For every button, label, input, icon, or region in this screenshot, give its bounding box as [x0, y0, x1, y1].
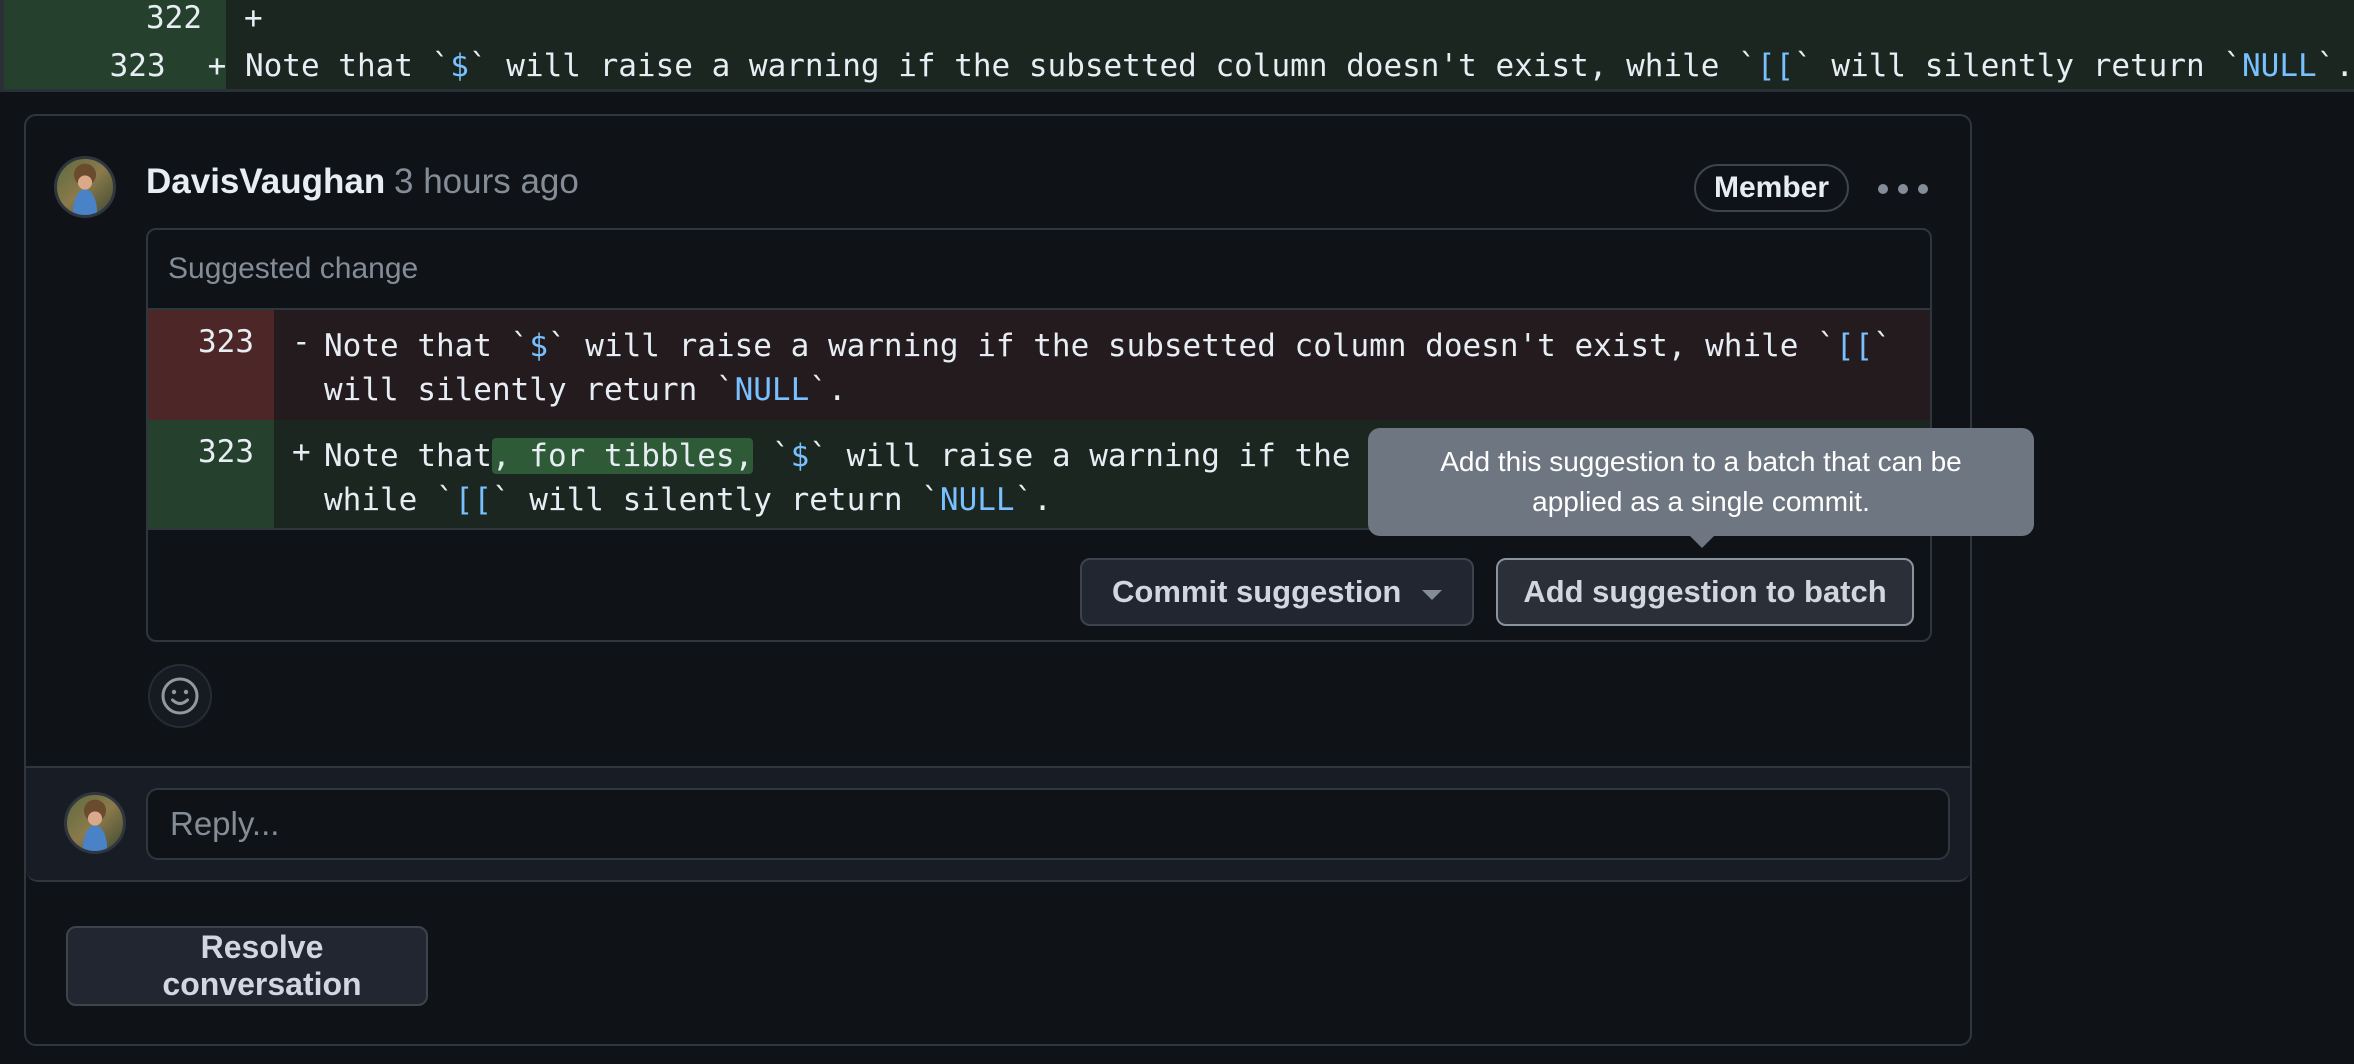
text-segment: while ` [324, 482, 455, 518]
inline-code: [[ [454, 482, 492, 518]
diff-context: 322 + 323 + Note that `$` will raise a w… [0, 0, 2354, 92]
batch-tooltip: Add this suggestion to a batch that can … [1368, 428, 2034, 548]
review-thread: DavisVaughan 3 hours ago Member Suggeste… [24, 114, 2034, 1046]
current-user-avatar [64, 792, 126, 854]
reply-area [26, 766, 1970, 882]
suggested-change-header: Suggested change [148, 230, 1930, 310]
suggested-change: Suggested change 323 - Note that `$` wil… [146, 228, 2034, 642]
diff-line: 323 + Note that `$` will raise a warning… [4, 44, 2354, 88]
inline-code: $ [529, 328, 548, 364]
resolve-conversation-button[interactable]: Resolve conversation [66, 926, 428, 1006]
line-number: 323 [198, 324, 254, 360]
text-segment: `. [1014, 482, 1052, 518]
text-segment: `. [809, 372, 847, 408]
commit-suggestion-label: Commit suggestion [1112, 574, 1402, 609]
text-segment: ` will silently return ` [491, 482, 940, 518]
text-segment: ` [753, 438, 791, 474]
inline-code: $ [450, 48, 469, 84]
text-segment: Note that ` [244, 48, 451, 84]
inline-code: NULL [939, 482, 1015, 518]
text-segment: Note that ` [324, 328, 530, 364]
diff-sign: + [244, 0, 263, 36]
diff-line: 322 + [4, 0, 2354, 40]
diff-line-content: + Note that `$` will raise a warning if … [186, 48, 2354, 84]
removed-line-content: Note that `$` will raise a warning if th… [324, 324, 1892, 412]
commit-suggestion-button[interactable]: Commit suggestion [1080, 558, 1474, 626]
add-suggestion-to-batch-button[interactable]: Add suggestion to batch [1496, 558, 1914, 626]
diff-sign-plus: + [292, 434, 311, 470]
removed-line: 323 - Note that `$` will raise a warning… [148, 310, 1930, 420]
line-number[interactable]: 322 [4, 0, 222, 36]
text-segment: will silently return ` [324, 372, 735, 408]
comment-timestamp[interactable]: 3 hours ago [394, 162, 579, 202]
text-segment: ` will silently return ` [1794, 48, 2243, 84]
diff-sign-minus: - [292, 324, 311, 360]
review-comment: DavisVaughan 3 hours ago Member Suggeste… [26, 116, 2034, 768]
author-name[interactable]: DavisVaughan [146, 162, 385, 202]
diff-sign: + [207, 48, 245, 84]
author-avatar[interactable] [54, 156, 116, 218]
inline-code: [[ [1756, 48, 1795, 84]
reply-input[interactable] [146, 788, 1950, 860]
line-number: 323 [198, 434, 254, 470]
text-segment: `. [2316, 48, 2354, 84]
member-badge: Member [1694, 164, 1850, 212]
text-segment: ` [1873, 328, 1892, 364]
inline-code: $ [790, 438, 810, 474]
smiley-icon [161, 677, 199, 715]
line-number[interactable]: 323 [4, 48, 186, 84]
inline-code: NULL [734, 372, 810, 408]
text-segment: ` will raise a warning if the subsetted … [547, 328, 1836, 364]
text-segment: ` will raise a warning if the subsetted … [468, 48, 1757, 84]
inline-code: NULL [2242, 48, 2317, 84]
add-reaction-button[interactable] [148, 664, 212, 728]
inserted-text: , for tibbles, [491, 438, 754, 474]
inline-code: [[ [1835, 328, 1874, 364]
text-segment: Note that [324, 438, 492, 474]
triangle-down-icon[interactable] [1422, 590, 1442, 600]
kebab-horizontal-icon[interactable] [1878, 174, 1928, 204]
